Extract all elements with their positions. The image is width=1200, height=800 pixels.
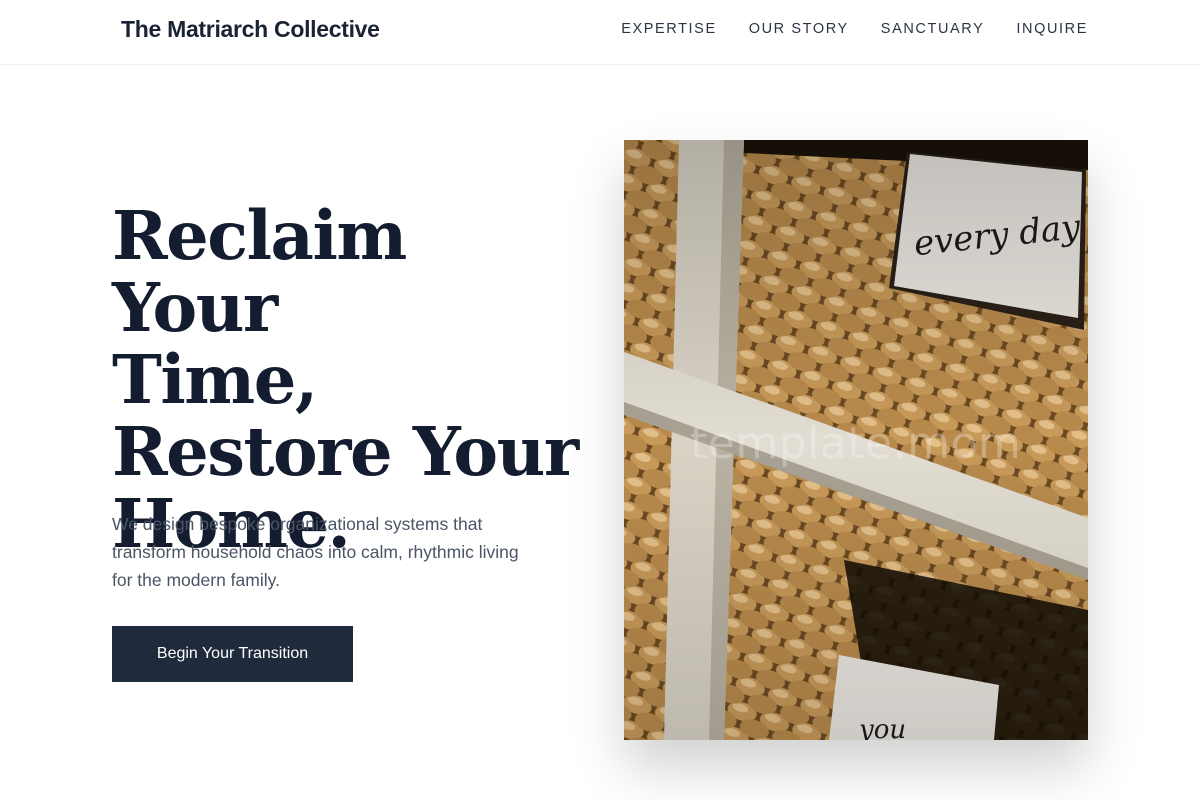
hero-description: We design bespoke organizational systems… [112,514,519,590]
hero-title-line: Restore Your [112,412,579,491]
nav-link-expertise[interactable]: EXPERTISE [621,21,717,37]
nav-link-sanctuary[interactable]: SANCTUARY [881,21,985,37]
hero-title-line: Reclaim Your [112,196,407,347]
hero-title-line: Time, [112,340,318,419]
nav-link-inquire[interactable]: INQUIRE [1016,21,1088,37]
watermark-text: template.mom [690,418,1022,469]
top-navigation-bar: The Matriarch Collective EXPERTISE OUR S… [0,0,1200,65]
nav-link-our-story[interactable]: OUR STORY [749,21,849,37]
main-nav: EXPERTISE OUR STORY SANCTUARY INQUIRE [621,21,1088,37]
begin-transition-button[interactable]: Begin Your Transition [112,626,353,682]
brand-logo-text[interactable]: The Matriarch Collective [121,16,380,43]
hero-title: Reclaim Your Time, Restore Your Home. [112,200,582,560]
